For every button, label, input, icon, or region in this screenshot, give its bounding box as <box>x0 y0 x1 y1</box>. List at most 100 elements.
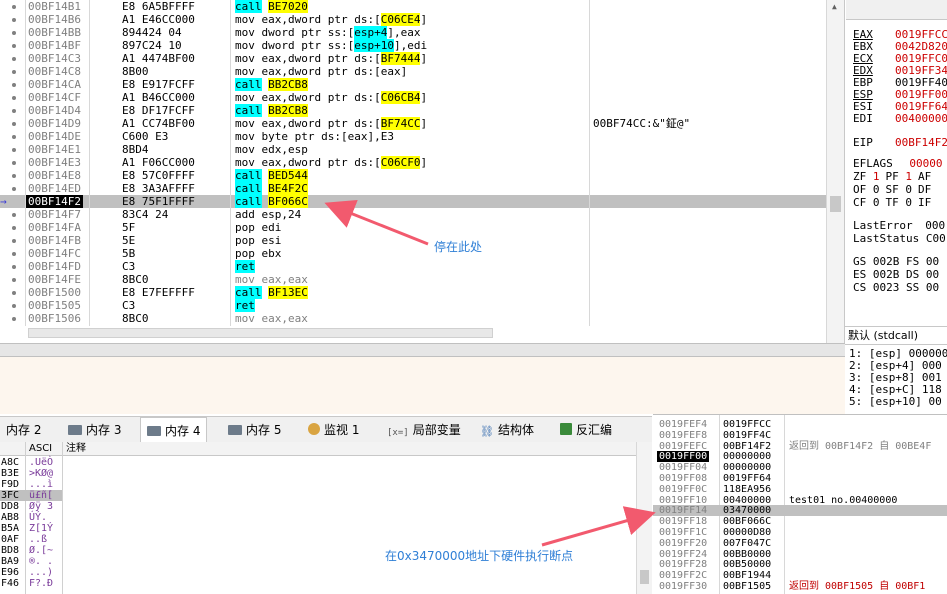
breakpoint-dot-icon[interactable] <box>12 148 16 152</box>
dump-row[interactable]: 3FC ü£ñ[ <box>0 490 62 501</box>
flag-af[interactable]: AF <box>918 170 931 183</box>
stack-row[interactable]: 0019FF14 03470000 <box>653 505 947 517</box>
breakpoint-dot-icon[interactable] <box>12 83 16 87</box>
disasm-row[interactable]: 00BF14F7 83C4 24 add esp,24 <box>0 208 826 221</box>
disassembly-pane[interactable]: 00BF14B1 E8 6A5BFFFF call BE7020 00BF14B6 A1… <box>0 0 845 343</box>
call-target[interactable]: BB2CB8 <box>268 78 308 91</box>
disasm-row[interactable]: 00BF14DE C600 E3 mov byte ptr ds:[eax],E3 <box>0 130 826 143</box>
breakpoint-dot-icon[interactable] <box>12 18 16 22</box>
instruction-address[interactable]: 00BF14C8 <box>28 65 81 78</box>
stack-value[interactable]: 00000000 <box>723 462 771 473</box>
disasm-row[interactable]: 00BF14ED E8 3A3AFFFF call BE4F2C <box>0 182 826 195</box>
instruction-address[interactable]: 00BF14BF <box>28 39 81 52</box>
disasm-row[interactable]: → 00BF14F2 E8 75F1FFFF call BF066C <box>0 195 826 208</box>
stack-row[interactable]: 0019FF20 007F047C <box>653 538 947 549</box>
breakpoint-dot-icon[interactable] <box>12 226 16 230</box>
disasm-row[interactable]: 00BF14BB 894424 04 mov dword ptr ss:[esp+4… <box>0 26 826 39</box>
scrollbar-thumb[interactable] <box>830 196 841 212</box>
instruction-address[interactable]: 00BF1505 <box>28 299 81 312</box>
dump-address[interactable]: F9D <box>1 479 19 490</box>
dump-address[interactable]: B3E <box>1 468 19 479</box>
stack-value[interactable]: 118EA956 <box>723 484 771 495</box>
dump-row[interactable]: DD8 Øÿ 3 <box>0 501 62 512</box>
breakpoint-dot-icon[interactable] <box>12 96 16 100</box>
flag-value[interactable]: 0 <box>905 183 912 196</box>
stack-address[interactable]: 0019FF04 <box>659 462 707 473</box>
disasm-row[interactable]: 00BF14CF A1 B46CC000 mov eax,dword ptr ds:… <box>0 91 826 104</box>
eflags-value[interactable]: 00000 <box>909 157 942 170</box>
breakpoint-dot-icon[interactable] <box>12 44 16 48</box>
instruction-address[interactable]: 00BF14F7 <box>28 208 81 221</box>
breakpoint-dot-icon[interactable] <box>12 252 16 256</box>
instruction-address[interactable]: 00BF14B6 <box>28 13 81 26</box>
stack-value[interactable]: 03470000 <box>723 505 771 516</box>
disasm-row[interactable]: 00BF14B1 E8 6A5BFFFF call BE7020 <box>0 0 826 13</box>
disasm-row[interactable]: 00BF14D9 A1 CC74BF00 mov eax,dword ptr ds:… <box>0 117 826 130</box>
laststatus-value[interactable]: C00 <box>926 232 946 245</box>
instruction-address[interactable]: 00BF14FB <box>28 234 81 247</box>
flag-value[interactable]: 1 <box>905 170 912 183</box>
stack-value[interactable]: 0019FF64 <box>723 473 771 484</box>
dump-address[interactable]: F46 <box>1 578 19 589</box>
register-edi[interactable]: EDI 00400000 <box>853 113 947 125</box>
column-ascii[interactable]: ASCI <box>29 442 52 455</box>
disasm-row[interactable]: 00BF14E8 E8 57C0FFFF call BED544 <box>0 169 826 182</box>
argument-row[interactable]: 5: [esp+10] 00 <box>849 396 942 408</box>
stack-value[interactable]: 00BB0000 <box>723 549 771 560</box>
disasm-row[interactable]: 00BF14FB 5E pop esi <box>0 234 826 247</box>
dump-scrollbar[interactable] <box>636 442 652 594</box>
stack-address[interactable]: 0019FF1C <box>659 527 707 538</box>
dump-address[interactable]: A8C <box>1 457 19 468</box>
instruction-address[interactable]: 00BF14D9 <box>28 117 81 130</box>
stack-value[interactable]: 00BF066C <box>723 516 771 527</box>
scroll-up-icon[interactable]: ▲ <box>832 2 837 11</box>
stack-row[interactable]: 0019FF10 00400000 test01_no.00400000 <box>653 495 947 506</box>
register-value[interactable]: 00BF14F2 <box>895 136 947 149</box>
stack-row[interactable]: 0019FF2C 00BF1944 <box>653 570 947 581</box>
disasm-row[interactable]: 00BF1505 C3 ret <box>0 299 826 312</box>
stack-address[interactable]: 0019FEF8 <box>659 430 707 441</box>
registers-pane[interactable]: EAX 0019FFCC EBX 0042D820 ECX 0019FFC0 EDX 0019… <box>845 0 947 326</box>
breakpoint-dot-icon[interactable] <box>12 31 16 35</box>
stack-value[interactable]: 00400000 <box>723 495 771 506</box>
stack-row[interactable]: 0019FF1C 00000D80 <box>653 527 947 538</box>
stack-value[interactable]: 0019FFCC <box>723 419 771 430</box>
instruction-address[interactable]: 00BF14B1 <box>28 0 81 13</box>
dump-row[interactable]: AB8 ÚÝ. <box>0 512 62 523</box>
stack-row[interactable]: 0019FF24 00BB0000 <box>653 549 947 560</box>
dump-address[interactable]: BA9 <box>1 556 19 567</box>
dump-address[interactable]: B5A <box>1 523 19 534</box>
scrollbar-thumb[interactable] <box>640 570 649 584</box>
breakpoint-dot-icon[interactable] <box>12 239 16 243</box>
breakpoint-dot-icon[interactable] <box>12 265 16 269</box>
tab-7[interactable]: ⛓ 结构体 <box>474 417 540 443</box>
tab-6[interactable]: [x=] 局部变量 <box>381 417 467 443</box>
instruction-address[interactable]: 00BF14FE <box>28 273 81 286</box>
dump-address[interactable]: BD8 <box>1 545 19 556</box>
instruction-address[interactable]: 00BF14DE <box>28 130 81 143</box>
dump-row[interactable]: BA9 ®. . <box>0 556 62 567</box>
disasm-row[interactable]: 00BF14BF 897C24 10 mov dword ptr ss:[esp+1… <box>0 39 826 52</box>
stack-value[interactable]: 007F047C <box>723 538 771 549</box>
call-target[interactable]: BE4F2C <box>268 182 308 195</box>
stack-address[interactable]: 0019FF2C <box>659 570 707 581</box>
flag-value[interactable]: 0 <box>873 196 880 209</box>
dump-row[interactable]: BD8 Ø.[~ <box>0 545 62 556</box>
register-value[interactable]: 00400000 <box>895 112 947 125</box>
breakpoint-dot-icon[interactable] <box>12 278 16 282</box>
stack-row[interactable]: 0019FF30 00BF1505 返回到 00BF1505 自 00BF1 <box>653 581 947 592</box>
stack-value[interactable]: 00000000 <box>723 451 771 462</box>
instruction-address[interactable]: 00BF1506 <box>28 312 81 325</box>
flag-df[interactable]: DF <box>918 183 931 196</box>
stack-value[interactable]: 00BF1505 <box>723 581 771 592</box>
instruction-address[interactable]: 00BF14D4 <box>28 104 81 117</box>
column-comment[interactable]: 注释 <box>66 442 86 455</box>
register-eip[interactable]: EIP 00BF14F2 <box>853 137 947 149</box>
horizontal-scrollbar[interactable] <box>28 328 493 338</box>
instruction-address[interactable]: 00BF14FC <box>28 247 81 260</box>
memory-operand[interactable]: esp+4 <box>354 26 388 39</box>
stack-row[interactable]: 0019FF04 00000000 <box>653 462 947 473</box>
instruction-address[interactable]: 00BF14CF <box>28 91 81 104</box>
flag-if[interactable]: IF <box>918 196 931 209</box>
stack-row[interactable]: 0019FF18 00BF066C <box>653 516 947 527</box>
